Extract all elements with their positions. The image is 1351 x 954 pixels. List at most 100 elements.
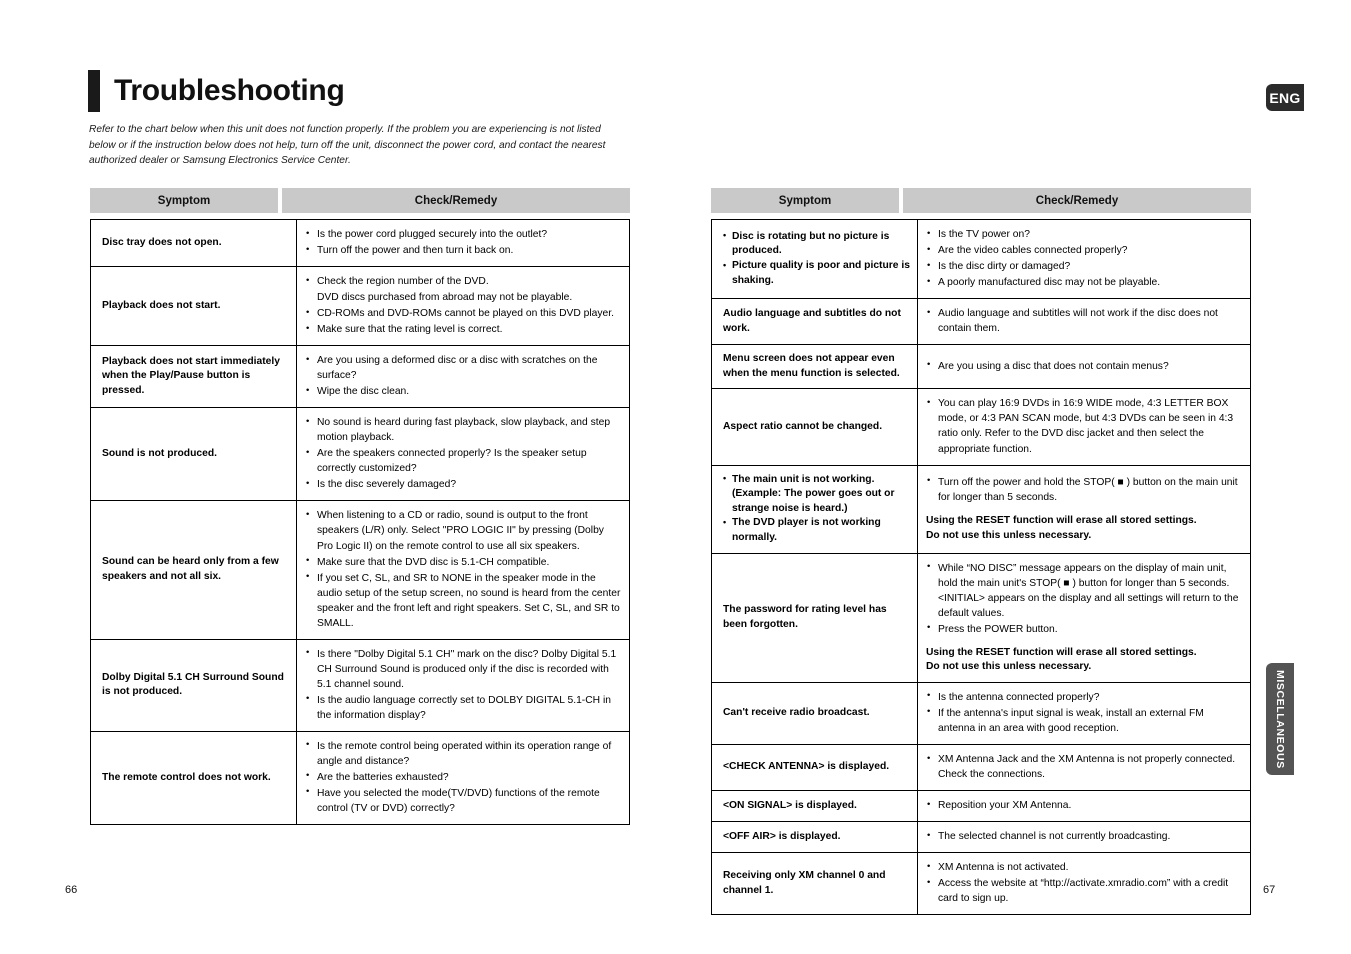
remedy-item: The selected channel is not currently br… [926,829,1242,844]
symptom-cell: Sound is not produced. [90,407,297,502]
symptom-item: Disc is rotating but no picture is produ… [723,229,911,259]
table-row: The password for rating level has been f… [711,552,1251,683]
table-row: Disc is rotating but no picture is produ… [711,218,1251,300]
remedy-cell: Is the TV power on?Are the video cables … [917,218,1251,300]
symptom-text: Dolby Digital 5.1 CH Surround Sound is n… [102,671,284,698]
remedy-cell: You can play 16:9 DVDs in 16:9 WIDE mode… [917,388,1251,466]
symptom-cell: <OFF AIR> is displayed. [711,821,918,854]
symptom-text: The password for rating level has been f… [723,604,887,630]
remedy-item: No sound is heard during fast playback, … [305,415,621,445]
page-number-right: 67 [1263,884,1276,896]
symptom-cell: <ON SIGNAL> is displayed. [711,790,918,823]
remedy-item: Make sure that the DVD disc is 5.1-CH co… [305,554,621,570]
table-row: Audio language and subtitles do not work… [711,298,1251,346]
symptom-cell: Sound can be heard only from a few speak… [90,500,297,640]
remedy-list: Check the region number of the DVD. DVD d… [305,274,621,337]
table-row: <OFF AIR> is displayed. The selected chan… [711,821,1251,854]
symptom-text: Audio language and subtitles do not work… [723,308,901,334]
remedy-list: Are you using a deformed disc or a disc … [305,353,621,399]
remedy-cell: Are you using a deformed disc or a disc … [296,345,630,409]
column-header-symptom: Symptom [90,188,278,213]
remedy-item: XM Antenna Jack and the XM Antenna is no… [926,752,1242,782]
remedy-cell: No sound is heard during fast playback, … [296,407,630,502]
remedy-item: Is the disc severely damaged? [305,477,621,492]
remedy-list: Is there "Dolby Digital 5.1 CH" mark on … [305,646,621,723]
remedy-list: Reposition your XM Antenna. [926,798,1242,813]
symptom-cell: Menu screen does not appear even when th… [711,344,918,390]
remedy-cell: Check the region number of the DVD. DVD d… [296,266,630,347]
remedy-list: Is the remote control being operated wit… [305,738,621,816]
remedy-cell: Are you using a disc that does not conta… [917,344,1251,390]
remedy-item: Audio language and subtitles will not wo… [926,306,1242,336]
page-number-left: 66 [65,884,78,896]
remedy-item-continuation: DVD discs purchased from abroad may not … [317,292,573,304]
column-header-remedy: Check/Remedy [282,188,630,213]
remedy-item: If you set C, SL, and SR to NONE in the … [305,570,621,631]
section-tab-label: MISCELLANEOUS [1274,669,1286,769]
table-row: Disc tray does not open. Is the power cor… [90,218,630,268]
symptom-cell: Aspect ratio cannot be changed. [711,388,918,466]
symptom-cell: Dolby Digital 5.1 CH Surround Sound is n… [90,638,297,732]
language-badge: ENG [1266,84,1304,111]
remedy-list: Audio language and subtitles will not wo… [926,306,1242,336]
symptom-item: The main unit is not working. (Example: … [723,472,911,517]
symptom-cell: Can't receive radio broadcast. [711,681,918,746]
intro-paragraph: Refer to the chart below when this unit … [89,124,606,166]
remedy-item: Are the batteries exhausted? [305,769,621,785]
symptom-item: Picture quality is poor and picture is s… [723,259,911,288]
symptom-text: <CHECK ANTENNA> is displayed. [723,761,890,773]
remedy-item: Reposition your XM Antenna. [926,798,1242,813]
remedy-item: Is the antenna connected properly? [926,689,1242,705]
symptom-text: Playback does not start immediately when… [102,355,280,397]
remedy-item: Are you using a disc that does not conta… [926,358,1242,374]
remedy-list: Is the antenna connected properly?If the… [926,689,1242,736]
section-tab-miscellaneous: MISCELLANEOUS [1266,663,1294,775]
symptom-text: Menu screen does not appear even when th… [723,353,900,379]
symptom-cell: Receiving only XM channel 0 and channel … [711,852,918,916]
remedy-item: A poorly manufactured disc may not be pl… [926,275,1242,290]
table-row: Sound is not produced. No sound is heard … [90,407,630,502]
remedy-item: CD-ROMs and DVD-ROMs cannot be played on… [305,306,621,321]
remedy-item: Is the audio language correctly set to D… [305,692,621,723]
table-row: Aspect ratio cannot be changed. You can p… [711,388,1251,466]
table-row: Playback does not start immediately when… [90,345,630,409]
symptom-text: Can't receive radio broadcast. [723,707,870,719]
troubleshooting-table-right: Disc is rotating but no picture is produ… [711,218,1251,916]
remedy-item: Wipe the disc clean. [305,384,621,399]
right-page-column: Symptom Check/Remedy Disc is rotating bu… [711,188,1251,916]
remedy-cell: XM Antenna Jack and the XM Antenna is no… [917,744,1251,792]
symptom-text: <OFF AIR> is displayed. [723,830,841,842]
remedy-cell: Is the antenna connected properly?If the… [917,681,1251,746]
remedy-list: Turn off the power and hold the STOP( ■ … [926,474,1242,505]
remedy-cell: The selected channel is not currently br… [917,821,1251,854]
remedy-cell: Audio language and subtitles will not wo… [917,298,1251,346]
table-header-right: Symptom Check/Remedy [711,188,1251,213]
remedy-cell: Is the power cord plugged securely into … [296,218,630,268]
remedy-item: You can play 16:9 DVDs in 16:9 WIDE mode… [926,396,1242,456]
column-header-remedy: Check/Remedy [903,188,1251,213]
remedy-list: XM Antenna Jack and the XM Antenna is no… [926,752,1242,782]
remedy-item: Turn off the power and then turn it back… [305,243,621,258]
remedy-item: XM Antenna is not activated. [926,860,1242,875]
remedy-list: Is the TV power on?Are the video cables … [926,226,1242,290]
remedy-item: Turn off the power and hold the STOP( ■ … [926,474,1242,505]
remedy-item: If the antenna's input signal is weak, i… [926,705,1242,736]
remedy-cell: XM Antenna is not activated.Access the w… [917,852,1251,916]
troubleshooting-table-left: Disc tray does not open. Is the power cor… [90,218,630,826]
remedy-list: While “NO DISC” message appears on the d… [926,560,1242,637]
remedy-warning-note: Using the RESET function will erase all … [926,514,1197,541]
table-row: The main unit is not working. (Example: … [711,464,1251,554]
table-row: <ON SIGNAL> is displayed. Reposition your… [711,790,1251,823]
remedy-item: Make sure that the rating level is corre… [305,322,621,337]
remedy-item: Is there "Dolby Digital 5.1 CH" mark on … [305,646,621,692]
remedy-list: You can play 16:9 DVDs in 16:9 WIDE mode… [926,396,1242,456]
remedy-list: XM Antenna is not activated.Access the w… [926,860,1242,906]
remedy-list: Is the power cord plugged securely into … [305,226,621,258]
remedy-cell: When listening to a CD or radio, sound i… [296,500,630,640]
remedy-item: Access the website at “http://activate.x… [926,876,1242,906]
table-row: Receiving only XM channel 0 and channel … [711,852,1251,916]
column-header-symptom: Symptom [711,188,899,213]
remedy-item: Are the speakers connected properly? Is … [305,446,621,476]
table-row: Sound can be heard only from a few speak… [90,500,630,640]
remedy-item: Have you selected the mode(TV/DVD) funct… [305,785,621,816]
